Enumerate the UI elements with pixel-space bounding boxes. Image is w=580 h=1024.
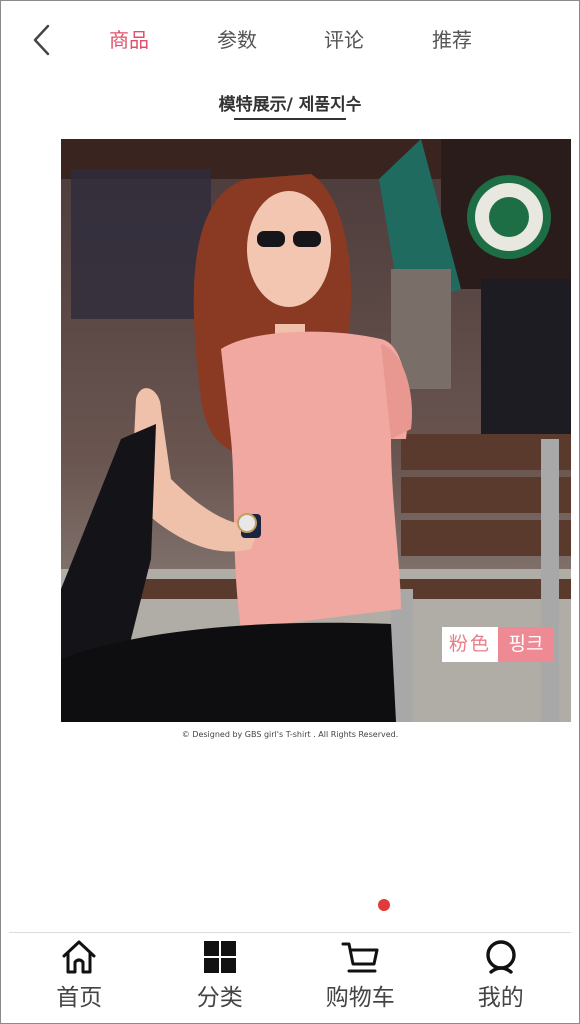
copyright-credit: © Designed by GBS girl's T-shirt . All R…: [181, 730, 399, 739]
color-tag-kr: 핑크: [498, 627, 554, 662]
chevron-left-icon: [33, 24, 50, 56]
grid-icon: [203, 941, 236, 973]
cart-icon: [341, 942, 379, 973]
nav-label-cart: 购物车: [325, 985, 395, 1011]
nav-label-profile: 我的: [477, 985, 524, 1011]
back-button[interactable]: [28, 22, 58, 58]
nav-item-home[interactable]: 首页: [9, 933, 150, 1023]
section-title: 模特展示/ 제품지수: [218, 95, 362, 115]
section-underline: [234, 118, 346, 120]
tab-goods[interactable]: 商品: [109, 24, 149, 53]
tab-params[interactable]: 参数: [217, 24, 257, 53]
user-icon: [486, 940, 516, 974]
top-bar: 商品 参数 评论 推荐: [0, 0, 580, 80]
bottom-nav: 首页 分类 购物车 我的: [9, 932, 571, 1023]
tab-recommend[interactable]: 推荐: [432, 24, 472, 53]
product-photo[interactable]: 粉色 핑크: [61, 139, 571, 722]
color-tag: 粉色 핑크: [442, 627, 554, 662]
tab-reviews[interactable]: 评论: [324, 24, 364, 53]
home-icon: [62, 940, 96, 974]
nav-item-cart[interactable]: 购物车: [290, 933, 431, 1023]
color-tag-cn: 粉色: [442, 627, 498, 662]
nav-item-category[interactable]: 分类: [150, 933, 291, 1023]
nav-item-profile[interactable]: 我的: [431, 933, 572, 1023]
carousel-indicator-dot[interactable]: [378, 899, 390, 911]
nav-label-category: 分类: [196, 985, 243, 1011]
nav-label-home: 首页: [56, 985, 103, 1011]
